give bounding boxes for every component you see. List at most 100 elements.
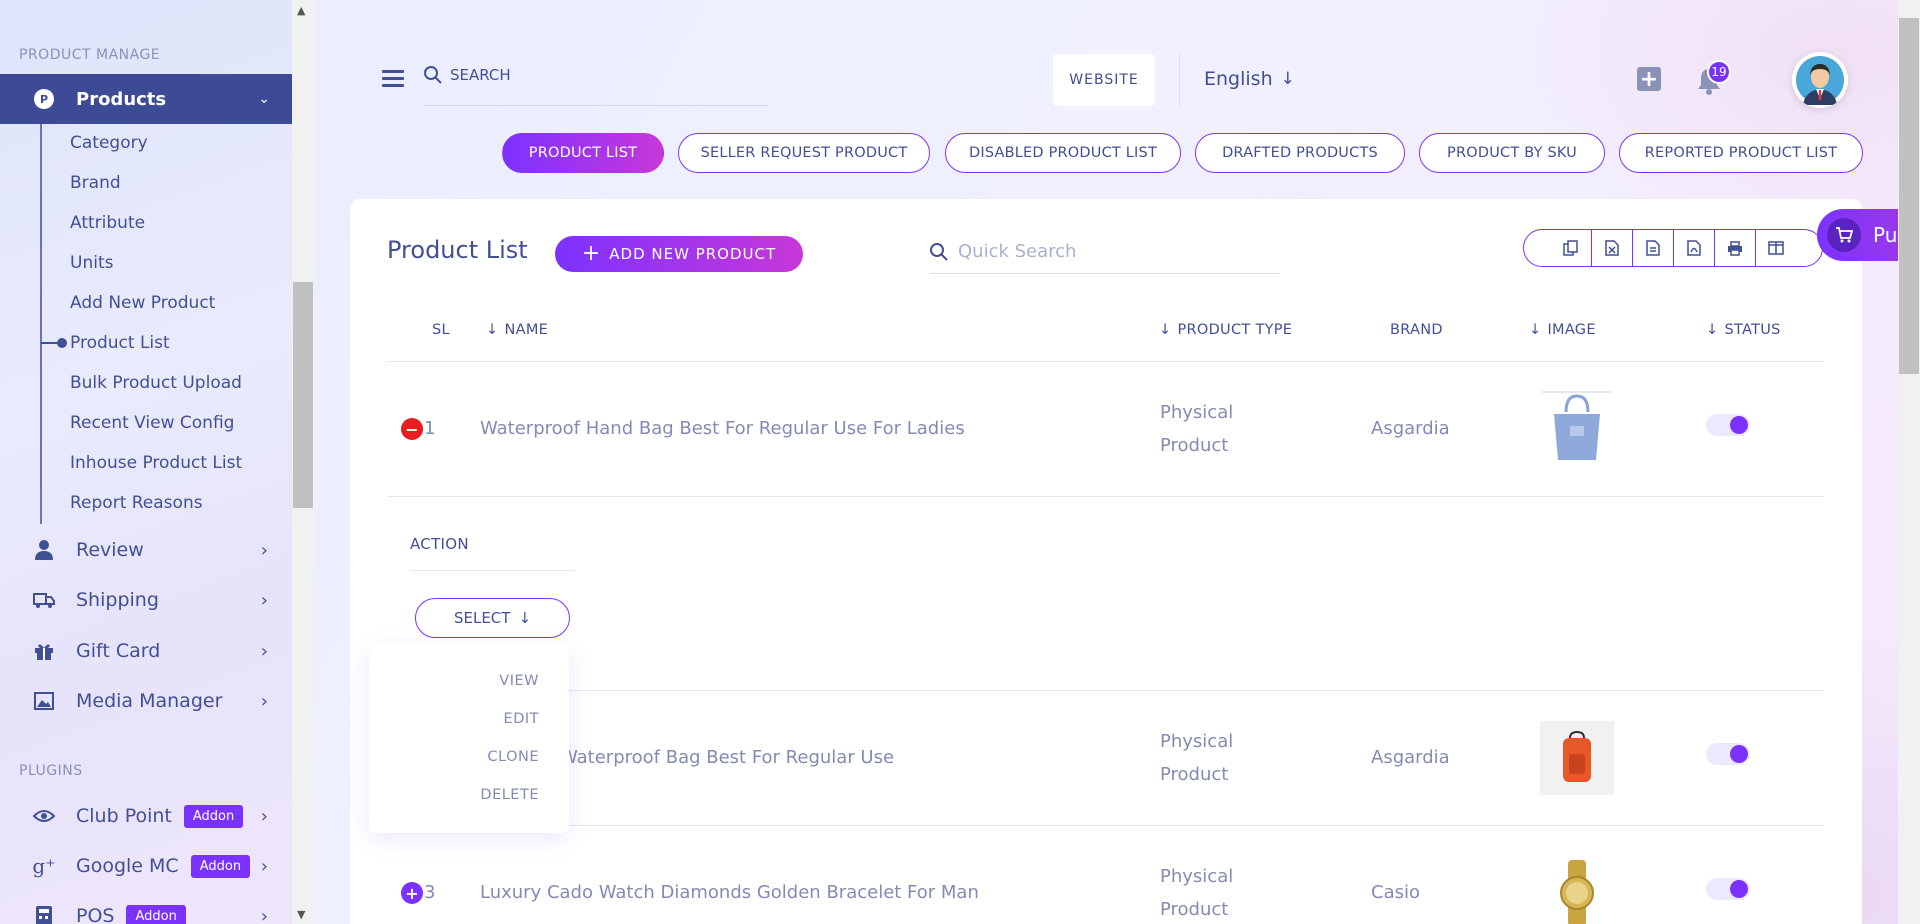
cart-icon bbox=[1827, 218, 1861, 252]
sidebar-item-club-point[interactable]: Club Point Addon › bbox=[0, 796, 292, 836]
eye-icon bbox=[33, 809, 55, 823]
sort-arrow-icon: ↓ bbox=[486, 322, 499, 338]
table-divider bbox=[387, 361, 1824, 362]
tab-disabled-product-list[interactable]: DISABLED PRODUCT LIST bbox=[945, 133, 1181, 173]
pdf-icon[interactable] bbox=[1673, 229, 1714, 267]
submenu-inhouse-product-list[interactable]: Inhouse Product List bbox=[70, 453, 242, 473]
add-new-product-label: ADD NEW PRODUCT bbox=[609, 245, 777, 263]
action-select-button[interactable]: SELECT ↓ bbox=[415, 598, 570, 638]
action-dropdown-menu: VIEW EDIT CLONE DELETE bbox=[369, 643, 569, 833]
product-type-line: Physical bbox=[1160, 731, 1234, 752]
sidebar-scrollbar[interactable]: ▲ ▼ bbox=[292, 0, 314, 924]
add-plus-icon[interactable]: + bbox=[1637, 67, 1661, 92]
sidebar-item-media-manager[interactable]: Media Manager › bbox=[0, 681, 292, 721]
quick-search-input[interactable] bbox=[958, 241, 1258, 262]
sidebar-item-review[interactable]: Review › bbox=[0, 530, 292, 570]
scroll-down-arrow-icon[interactable]: ▼ bbox=[297, 908, 305, 921]
submenu-product-list[interactable]: Product List bbox=[41, 333, 170, 353]
dropdown-item-edit[interactable]: EDIT bbox=[504, 711, 539, 727]
calculator-icon bbox=[33, 906, 55, 924]
dropdown-item-view[interactable]: VIEW bbox=[499, 673, 539, 689]
sidebar-item-label: Products bbox=[76, 88, 167, 110]
tab-reported-product-list[interactable]: REPORTED PRODUCT LIST bbox=[1619, 133, 1863, 173]
sidebar-item-label: Club Point bbox=[76, 805, 172, 827]
page-title: Product List bbox=[387, 236, 528, 264]
search-input[interactable] bbox=[450, 66, 750, 84]
sidebar-item-gift-card[interactable]: Gift Card › bbox=[0, 631, 292, 671]
product-type-line: Product bbox=[1160, 435, 1229, 456]
submenu-category[interactable]: Category bbox=[70, 133, 148, 153]
status-toggle[interactable] bbox=[1706, 414, 1750, 436]
sidebar-item-shipping[interactable]: Shipping › bbox=[0, 580, 292, 620]
product-type: Physical Product bbox=[1160, 725, 1233, 791]
action-label: ACTION bbox=[410, 535, 469, 553]
plus-icon: + bbox=[581, 241, 602, 266]
sidebar-item-google-mc[interactable]: g⁺ Google MC Addon › bbox=[0, 846, 292, 886]
chevron-right-icon: › bbox=[260, 640, 268, 662]
dropdown-item-clone[interactable]: CLONE bbox=[487, 749, 539, 765]
column-header-product-type[interactable]: ↓ PRODUCT TYPE bbox=[1159, 322, 1292, 338]
excel-icon[interactable] bbox=[1591, 229, 1632, 267]
column-header-label: BRAND bbox=[1390, 322, 1443, 338]
column-header-brand[interactable]: BRAND bbox=[1390, 322, 1443, 338]
product-type-line: Product bbox=[1160, 764, 1229, 785]
product-name: Waterproof Bag Best For Regular Use bbox=[560, 747, 895, 768]
dropdown-item-delete[interactable]: DELETE bbox=[480, 787, 539, 803]
action-divider bbox=[410, 570, 575, 571]
column-header-label: STATUS bbox=[1724, 322, 1781, 338]
user-avatar-icon bbox=[1796, 56, 1844, 105]
submenu-add-new-product[interactable]: Add New Product bbox=[70, 293, 215, 313]
product-name: Luxury Cado Watch Diamonds Golden Bracel… bbox=[480, 882, 979, 903]
tab-product-by-sku[interactable]: PRODUCT BY SKU bbox=[1419, 133, 1605, 173]
addon-badge: Addon bbox=[126, 904, 186, 924]
gift-icon bbox=[33, 641, 55, 661]
row-sl: 3 bbox=[424, 882, 436, 903]
column-header-name[interactable]: ↓ NAME bbox=[486, 322, 548, 338]
submenu-units[interactable]: Units bbox=[70, 253, 113, 273]
sidebar-scrollbar-thumb[interactable] bbox=[293, 282, 313, 508]
sidebar-item-pos[interactable]: POS Addon › bbox=[0, 896, 292, 924]
add-new-product-button[interactable]: + ADD NEW PRODUCT bbox=[555, 236, 803, 272]
row-sl: 1 bbox=[424, 418, 436, 439]
product-type: Physical Product bbox=[1160, 396, 1233, 462]
column-header-image[interactable]: ↓ IMAGE bbox=[1529, 322, 1596, 338]
avatar[interactable] bbox=[1792, 52, 1848, 108]
chevron-down-icon: ⌄ bbox=[258, 91, 270, 107]
toggle-knob bbox=[1730, 880, 1748, 898]
product-type-line: Physical bbox=[1160, 866, 1234, 887]
column-header-status[interactable]: ↓ STATUS bbox=[1706, 322, 1781, 338]
submenu-brand[interactable]: Brand bbox=[70, 173, 121, 193]
product-type-line: Physical bbox=[1160, 402, 1234, 423]
hamburger-menu-icon[interactable] bbox=[382, 70, 404, 88]
columns-icon[interactable] bbox=[1755, 229, 1796, 267]
submenu-attribute[interactable]: Attribute bbox=[70, 213, 145, 233]
csv-icon[interactable] bbox=[1632, 229, 1673, 267]
status-toggle[interactable] bbox=[1706, 878, 1750, 900]
tab-drafted-products[interactable]: DRAFTED PRODUCTS bbox=[1195, 133, 1405, 173]
chevron-right-icon: › bbox=[260, 589, 268, 611]
expand-row-button[interactable]: + bbox=[401, 882, 423, 904]
sidebar-item-products[interactable]: P Products ⌄ bbox=[0, 74, 292, 124]
tab-product-list[interactable]: PRODUCT LIST bbox=[502, 133, 664, 173]
page-scrollbar-thumb[interactable] bbox=[1899, 18, 1919, 374]
submenu-report-reasons[interactable]: Report Reasons bbox=[70, 493, 203, 513]
product-list-card bbox=[350, 199, 1862, 924]
product-type-line: Product bbox=[1160, 899, 1229, 920]
collapse-row-button[interactable]: − bbox=[401, 418, 423, 440]
scroll-up-arrow-icon[interactable]: ▲ bbox=[297, 4, 305, 17]
column-header-label: PRODUCT TYPE bbox=[1177, 322, 1293, 338]
table-divider bbox=[387, 690, 1824, 691]
language-select[interactable]: English ↓ bbox=[1204, 68, 1295, 90]
page-scrollbar[interactable] bbox=[1898, 0, 1920, 924]
print-icon[interactable] bbox=[1714, 229, 1755, 267]
status-toggle[interactable] bbox=[1706, 743, 1750, 765]
search-icon bbox=[424, 66, 442, 84]
addon-badge: Addon bbox=[190, 854, 251, 878]
submenu-bulk-product-upload[interactable]: Bulk Product Upload bbox=[70, 373, 242, 393]
website-button[interactable]: WEBSITE bbox=[1053, 54, 1155, 106]
language-label: English bbox=[1204, 68, 1273, 90]
copy-icon[interactable] bbox=[1550, 229, 1591, 267]
submenu-recent-view-config[interactable]: Recent View Config bbox=[70, 413, 234, 433]
tab-seller-request-product[interactable]: SELLER REQUEST PRODUCT bbox=[678, 133, 930, 173]
column-header-sl[interactable]: SL bbox=[432, 322, 450, 338]
